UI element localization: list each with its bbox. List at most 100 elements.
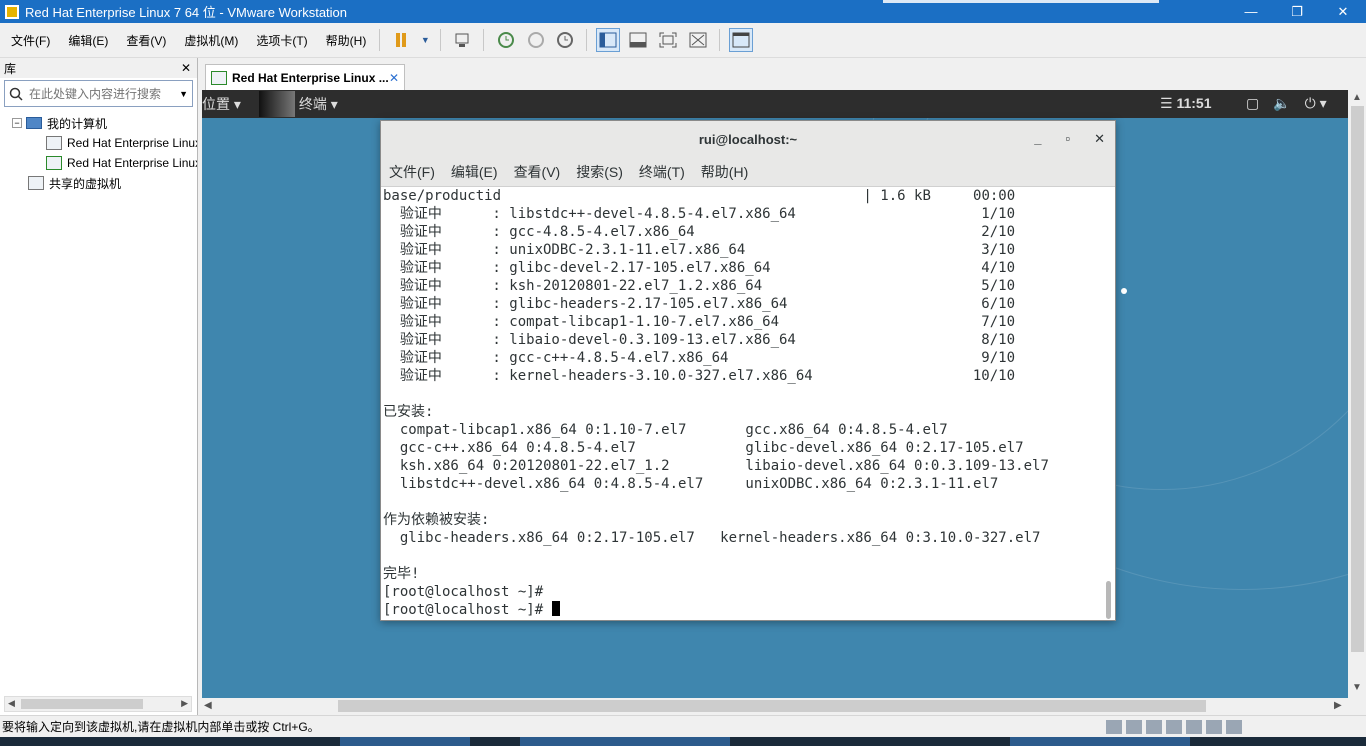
terminal-window-controls: _ ▫ ✕: [1034, 131, 1105, 147]
sound-icon[interactable]: [1186, 720, 1202, 734]
vm-tab-close-icon[interactable]: ✕: [389, 71, 399, 85]
terminal-line: 验证中 : kernel-headers-3.10.0-327.el7.x86_…: [383, 368, 1016, 384]
toolbar-separator: [440, 29, 442, 51]
terminal-minimize-icon[interactable]: _: [1034, 131, 1041, 147]
snapshot-take-icon[interactable]: [493, 28, 517, 52]
menu-edit[interactable]: 编辑(E): [57, 32, 115, 49]
menu-view[interactable]: 查看(V): [115, 32, 173, 49]
vm-tab-label: Red Hat Enterprise Linux ...: [232, 70, 389, 85]
menu-file[interactable]: 文件(F): [0, 32, 57, 49]
tree-item-my-computer[interactable]: − 我的计算机: [0, 113, 197, 133]
library-horizontal-scrollbar[interactable]: ◀ ▶: [4, 696, 192, 712]
terminal-maximize-icon[interactable]: ▫: [1065, 131, 1070, 147]
vm-hscroll-thumb[interactable]: [338, 700, 1206, 712]
terminal-close-icon[interactable]: ✕: [1094, 131, 1105, 147]
taskbar-item[interactable]: [340, 737, 470, 746]
menu-help[interactable]: 帮助(H): [315, 32, 374, 49]
terminal-menu-edit[interactable]: 编辑(E): [451, 162, 498, 182]
terminal-menu-view[interactable]: 查看(V): [514, 162, 561, 182]
clock[interactable]: ☰ 11:51: [1160, 95, 1211, 112]
scroll-down-icon[interactable]: ▼: [1352, 682, 1362, 693]
host-taskbar: [0, 737, 1366, 746]
volume-icon: 🔈: [1273, 95, 1291, 111]
pause-icon[interactable]: [389, 28, 413, 52]
terminal-title: rui@localhost:~: [698, 131, 798, 147]
tree-item-shared-vms[interactable]: 共享的虚拟机: [0, 173, 197, 193]
scroll-right-icon[interactable]: ▶: [181, 698, 188, 709]
terminal-scrollbar[interactable]: [1106, 581, 1111, 619]
terminal-line: base/productid | 1.6 kB 00:00: [383, 188, 1016, 204]
vm-vscroll-thumb[interactable]: [1351, 106, 1364, 652]
display-icon[interactable]: [1226, 720, 1242, 734]
vm-tab[interactable]: Red Hat Enterprise Linux ... ✕: [205, 64, 405, 90]
taskbar-item[interactable]: [520, 737, 730, 746]
terminal-line: 已安装:: [383, 404, 434, 420]
terminal-menu-terminal[interactable]: 终端(T): [639, 162, 685, 182]
computer-icon: [26, 117, 42, 129]
device-status-icons[interactable]: [1106, 720, 1242, 734]
app-menu[interactable]: 终端 ▾: [258, 91, 338, 117]
close-button[interactable]: ✕: [1320, 0, 1366, 23]
usb-icon[interactable]: [1166, 720, 1182, 734]
vmware-app-icon: [5, 4, 19, 19]
cd-dvd-icon[interactable]: [1126, 720, 1142, 734]
terminal-window[interactable]: rui@localhost:~ _ ▫ ✕ 文件(F) 编辑(E) 查看(V) …: [380, 120, 1116, 621]
send-ctrl-alt-del-icon[interactable]: [450, 28, 474, 52]
console-view-icon[interactable]: [729, 28, 754, 52]
scroll-left-icon[interactable]: ◀: [204, 700, 212, 711]
vm-tab-strip: Red Hat Enterprise Linux ... ✕: [200, 58, 1366, 90]
show-library-icon[interactable]: [596, 28, 621, 52]
vm-horizontal-scrollbar[interactable]: ◀ ▶: [200, 698, 1366, 715]
search-dropdown-icon[interactable]: ▼: [179, 89, 188, 99]
terminal-line: 验证中 : libstdc++-devel-4.8.5-4.el7.x86_64…: [383, 206, 1016, 222]
hard-disk-icon[interactable]: [1106, 720, 1122, 734]
wallpaper-dot: [1121, 288, 1127, 294]
thumbnail-bar-icon[interactable]: [626, 28, 650, 52]
menu-bar: 文件(F) 编辑(E) 查看(V) 虚拟机(M) 选项卡(T) 帮助(H) ▼: [0, 23, 1366, 58]
vm-icon: [46, 136, 62, 150]
full-screen-icon[interactable]: [656, 28, 680, 52]
terminal-menu-search[interactable]: 搜索(S): [576, 162, 623, 182]
scroll-right-icon[interactable]: ▶: [1334, 700, 1342, 711]
scroll-up-icon[interactable]: ▲: [1352, 92, 1362, 103]
minimize-button[interactable]: —: [1228, 0, 1274, 23]
terminal-output[interactable]: base/productid | 1.6 kB 00:00 验证中 : libs…: [381, 187, 1115, 619]
title-search-strip: [883, 0, 1159, 3]
library-search-input[interactable]: [29, 86, 180, 101]
terminal-app-icon: [258, 91, 295, 117]
tree-item-vm-2[interactable]: Red Hat Enterprise Linux: [0, 153, 197, 173]
terminal-line: ksh.x86_64 0:20120801-22.el7_1.2 libaio-…: [383, 458, 1049, 474]
snapshot-manager-icon[interactable]: [553, 28, 577, 52]
vm-running-icon: [46, 156, 62, 170]
menu-vm[interactable]: 虚拟机(M): [173, 32, 245, 49]
menu-tabs[interactable]: 选项卡(T): [245, 32, 314, 49]
gnome-top-bar: 位置 ▾ 终端 ▾ ☰ 11:51 ▢ 🔈 ⏻ ▾: [202, 90, 1348, 118]
terminal-line: glibc-headers.x86_64 0:2.17-105.el7 kern…: [383, 530, 1041, 546]
vm-display[interactable]: 位置 ▾ 终端 ▾ ☰ 11:51 ▢ 🔈 ⏻ ▾ rui@localhost:…: [202, 90, 1348, 698]
title-bar: Red Hat Enterprise Linux 7 64 位 - VMware…: [0, 0, 1366, 23]
terminal-line: 验证中 : ksh-20120801-22.el7_1.2.x86_64 5/1…: [383, 278, 1016, 294]
places-menu[interactable]: 位置 ▾: [202, 94, 241, 114]
collapse-icon[interactable]: −: [12, 118, 22, 128]
pause-dropdown-icon[interactable]: ▼: [419, 28, 431, 52]
printer-icon[interactable]: [1206, 720, 1222, 734]
shared-vm-icon: [28, 176, 44, 190]
snapshot-revert-icon[interactable]: [523, 28, 547, 52]
restore-button[interactable]: ❐: [1274, 0, 1320, 23]
network-icon[interactable]: [1146, 720, 1162, 734]
terminal-menu-file[interactable]: 文件(F): [389, 162, 435, 182]
terminal-line: 验证中 : libaio-devel-0.3.109-13.el7.x86_64…: [383, 332, 1016, 348]
system-tray[interactable]: ▢ 🔈 ⏻ ▾: [1246, 95, 1327, 112]
terminal-line: 作为依赖被安装:: [383, 512, 490, 528]
tree-item-vm-1[interactable]: Red Hat Enterprise Linux: [0, 133, 197, 153]
taskbar-item[interactable]: [1010, 737, 1190, 746]
vm-vertical-scrollbar[interactable]: ▲ ▼: [1349, 90, 1366, 698]
unity-icon[interactable]: [686, 28, 710, 52]
library-search-box[interactable]: ▼: [4, 80, 193, 107]
terminal-line: gcc-c++.x86_64 0:4.8.5-4.el7 glibc-devel…: [383, 440, 1024, 456]
terminal-menu-help[interactable]: 帮助(H): [701, 162, 748, 182]
library-scroll-thumb[interactable]: [21, 699, 143, 709]
scroll-left-icon[interactable]: ◀: [8, 698, 15, 709]
library-close-icon[interactable]: ✕: [181, 61, 191, 75]
terminal-line: 验证中 : gcc-c++-4.8.5-4.el7.x86_64 9/10: [383, 350, 1016, 366]
